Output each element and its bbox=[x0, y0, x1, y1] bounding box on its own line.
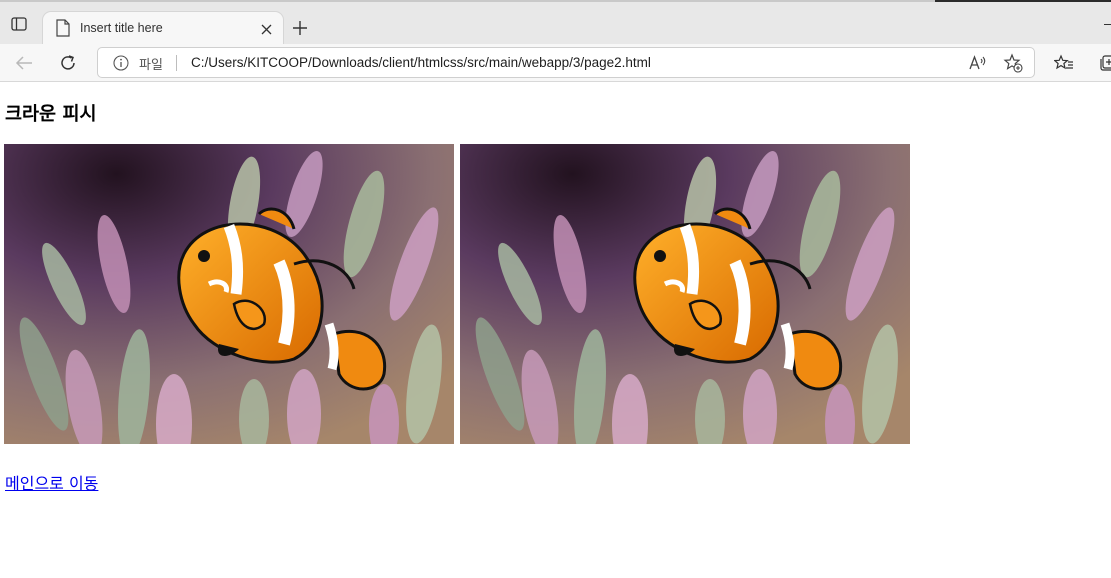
new-tab-button[interactable] bbox=[289, 17, 311, 39]
star-plus-icon[interactable] bbox=[1003, 53, 1023, 73]
collections-icon bbox=[1099, 55, 1111, 71]
info-icon[interactable] bbox=[113, 55, 129, 71]
plus-icon bbox=[293, 21, 307, 35]
page-icon bbox=[56, 19, 70, 37]
close-tab-button[interactable] bbox=[257, 20, 275, 38]
tab-strip: Insert title here bbox=[0, 0, 1111, 46]
page-heading: 크라운 피시 bbox=[5, 104, 97, 125]
clownfish-image-copy bbox=[460, 144, 910, 444]
favorites-button[interactable] bbox=[1051, 50, 1077, 76]
address-separator bbox=[176, 55, 177, 71]
collections-button[interactable] bbox=[1094, 50, 1111, 76]
refresh-icon bbox=[61, 55, 75, 70]
favorites-icon bbox=[1054, 54, 1073, 70]
tab-actions-icon bbox=[11, 17, 27, 31]
url-text[interactable]: C:/Users/KITCOOP/Downloads/client/htmlcs… bbox=[191, 55, 651, 70]
clownfish-image bbox=[4, 144, 454, 444]
active-tab[interactable]: Insert title here bbox=[43, 12, 283, 46]
tab-title: Insert title here bbox=[80, 21, 163, 35]
read-aloud-icon[interactable] bbox=[968, 54, 988, 72]
go-to-main-link[interactable]: 메인으로 이동 bbox=[5, 470, 98, 494]
tab-actions-button[interactable] bbox=[8, 14, 30, 34]
close-icon bbox=[261, 24, 271, 34]
back-arrow-icon bbox=[15, 56, 32, 70]
window-edge bbox=[935, 0, 1111, 2]
refresh-button[interactable] bbox=[55, 50, 81, 76]
navigation-toolbar: 파일 C:/Users/KITCOOP/Downloads/client/htm… bbox=[0, 44, 1111, 82]
address-bar[interactable]: 파일 C:/Users/KITCOOP/Downloads/client/htm… bbox=[97, 47, 1035, 78]
scheme-label[interactable]: 파일 bbox=[139, 54, 163, 73]
minimize-button[interactable] bbox=[1104, 24, 1111, 26]
back-button[interactable] bbox=[11, 50, 37, 76]
